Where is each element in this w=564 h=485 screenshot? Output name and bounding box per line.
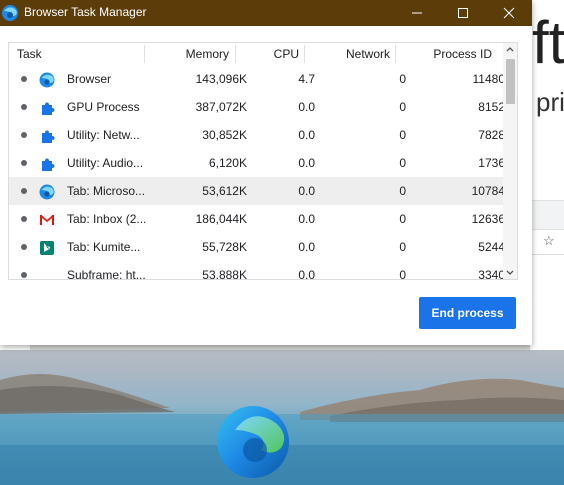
bing-icon (40, 241, 54, 255)
maximize-button[interactable] (440, 0, 486, 26)
table-row[interactable]: Utility: Audio... 6,120K 0.0 0 1736 (9, 149, 505, 177)
network-value: 0 (399, 268, 406, 280)
background-toolbar (532, 200, 564, 230)
process-id-value: 1736 (478, 156, 505, 170)
column-header-process-id[interactable]: Process ID (433, 47, 492, 61)
cpu-value: 0.0 (298, 100, 315, 114)
column-divider[interactable] (395, 45, 396, 63)
network-value: 0 (399, 212, 406, 226)
table-row[interactable]: Tab: Kumite... 55,728K 0.0 0 5244 (9, 233, 505, 261)
process-list[interactable]: Task Memory CPU Network Process ID Brows… (8, 42, 518, 280)
column-header-network[interactable]: Network (346, 47, 390, 61)
row-bullet (21, 272, 27, 278)
table-row[interactable]: Tab: Microso... 53,612K 0.0 0 10784 (9, 177, 505, 205)
scrollbar-thumb[interactable] (506, 59, 515, 104)
close-icon (503, 7, 515, 19)
puzzle-icon (42, 130, 55, 143)
puzzle-icon (42, 102, 55, 115)
close-button[interactable] (486, 0, 532, 26)
edge-icon (39, 72, 55, 88)
gmail-icon (39, 214, 55, 226)
process-id-value: 11480 (472, 72, 505, 86)
end-process-button[interactable]: End process (419, 297, 516, 329)
memory-value: 55,728K (202, 240, 247, 254)
task-name: Utility: Audio... (67, 156, 144, 170)
cpu-value: 4.7 (298, 72, 315, 86)
task-name: GPU Process (67, 100, 140, 114)
minimize-button[interactable] (394, 0, 440, 26)
process-id-value: 3340 (478, 268, 505, 280)
task-manager-window: Browser Task Manager Task Memory CPU Net… (0, 0, 532, 345)
column-divider[interactable] (144, 45, 145, 63)
column-header-memory[interactable]: Memory (186, 47, 229, 61)
cpu-value: 0.0 (298, 184, 315, 198)
table-row[interactable]: Tab: Inbox (2... 186,044K 0.0 0 12636 (9, 205, 505, 233)
row-bullet (21, 188, 27, 194)
table-header: Task Memory CPU Network Process ID (9, 43, 505, 65)
task-name: Tab: Kumite... (67, 240, 141, 254)
minimize-icon (412, 12, 422, 14)
table-row[interactable]: Browser 143,096K 4.7 0 11480 (9, 65, 505, 93)
network-value: 0 (399, 156, 406, 170)
task-name: Utility: Netw... (67, 128, 140, 142)
process-id-value: 12636 (471, 212, 505, 226)
network-value: 0 (399, 240, 406, 254)
column-divider[interactable] (235, 45, 236, 63)
background-divider (532, 254, 564, 255)
task-name: Tab: Microso... (67, 184, 146, 198)
scroll-down-icon[interactable] (503, 265, 517, 279)
column-header-task[interactable]: Task (17, 47, 42, 61)
task-name: Tab: Inbox (2... (67, 212, 147, 226)
memory-value: 53,612K (202, 184, 247, 198)
desktop-wallpaper (0, 350, 564, 485)
process-id-value: 7828 (478, 128, 505, 142)
cpu-value: 0.0 (298, 268, 315, 280)
network-value: 0 (399, 100, 406, 114)
scroll-up-icon[interactable] (503, 43, 517, 57)
network-value: 0 (399, 72, 406, 86)
row-bullet (21, 216, 27, 222)
task-name: Subframe: ht... (67, 268, 146, 280)
network-value: 0 (399, 128, 406, 142)
memory-value: 53,888K (202, 268, 247, 280)
process-id-value: 8152 (478, 100, 505, 114)
task-name: Browser (67, 72, 112, 86)
background-heading-fragment: ft (532, 9, 564, 76)
favorite-star-icon[interactable]: ☆ (543, 233, 555, 249)
edge-logo-icon (217, 406, 289, 478)
cpu-value: 0.0 (298, 212, 315, 226)
memory-value: 30,852K (202, 128, 247, 142)
memory-value: 186,044K (195, 212, 247, 226)
row-bullet (21, 160, 27, 166)
table-row[interactable]: Subframe: ht... 53,888K 0.0 0 3340 (9, 261, 505, 280)
column-header-cpu[interactable]: CPU (274, 47, 299, 61)
column-divider[interactable] (304, 45, 305, 63)
table-row[interactable]: GPU Process 387,072K 0.0 0 8152 (9, 93, 505, 121)
maximize-icon (458, 8, 468, 18)
process-id-value: 10784 (471, 184, 505, 198)
row-bullet (21, 244, 27, 250)
table-row[interactable]: Utility: Netw... 30,852K 0.0 0 7828 (9, 121, 505, 149)
network-value: 0 (399, 184, 406, 198)
memory-value: 6,120K (208, 156, 247, 170)
edge-icon (2, 5, 18, 21)
edge-icon (39, 184, 55, 200)
memory-value: 143,096K (195, 72, 247, 86)
vertical-scrollbar[interactable] (503, 43, 517, 279)
background-text-fragment: pri (536, 87, 564, 117)
row-bullet (21, 132, 27, 138)
window-title: Browser Task Manager (24, 5, 147, 19)
memory-value: 387,072K (195, 100, 247, 114)
cpu-value: 0.0 (298, 240, 315, 254)
row-bullet (21, 76, 27, 82)
row-bullet (21, 104, 27, 110)
process-id-value: 5244 (478, 240, 505, 254)
cpu-value: 0.0 (298, 156, 315, 170)
title-bar[interactable]: Browser Task Manager (0, 0, 532, 26)
cpu-value: 0.0 (298, 128, 315, 142)
puzzle-icon (42, 158, 55, 171)
